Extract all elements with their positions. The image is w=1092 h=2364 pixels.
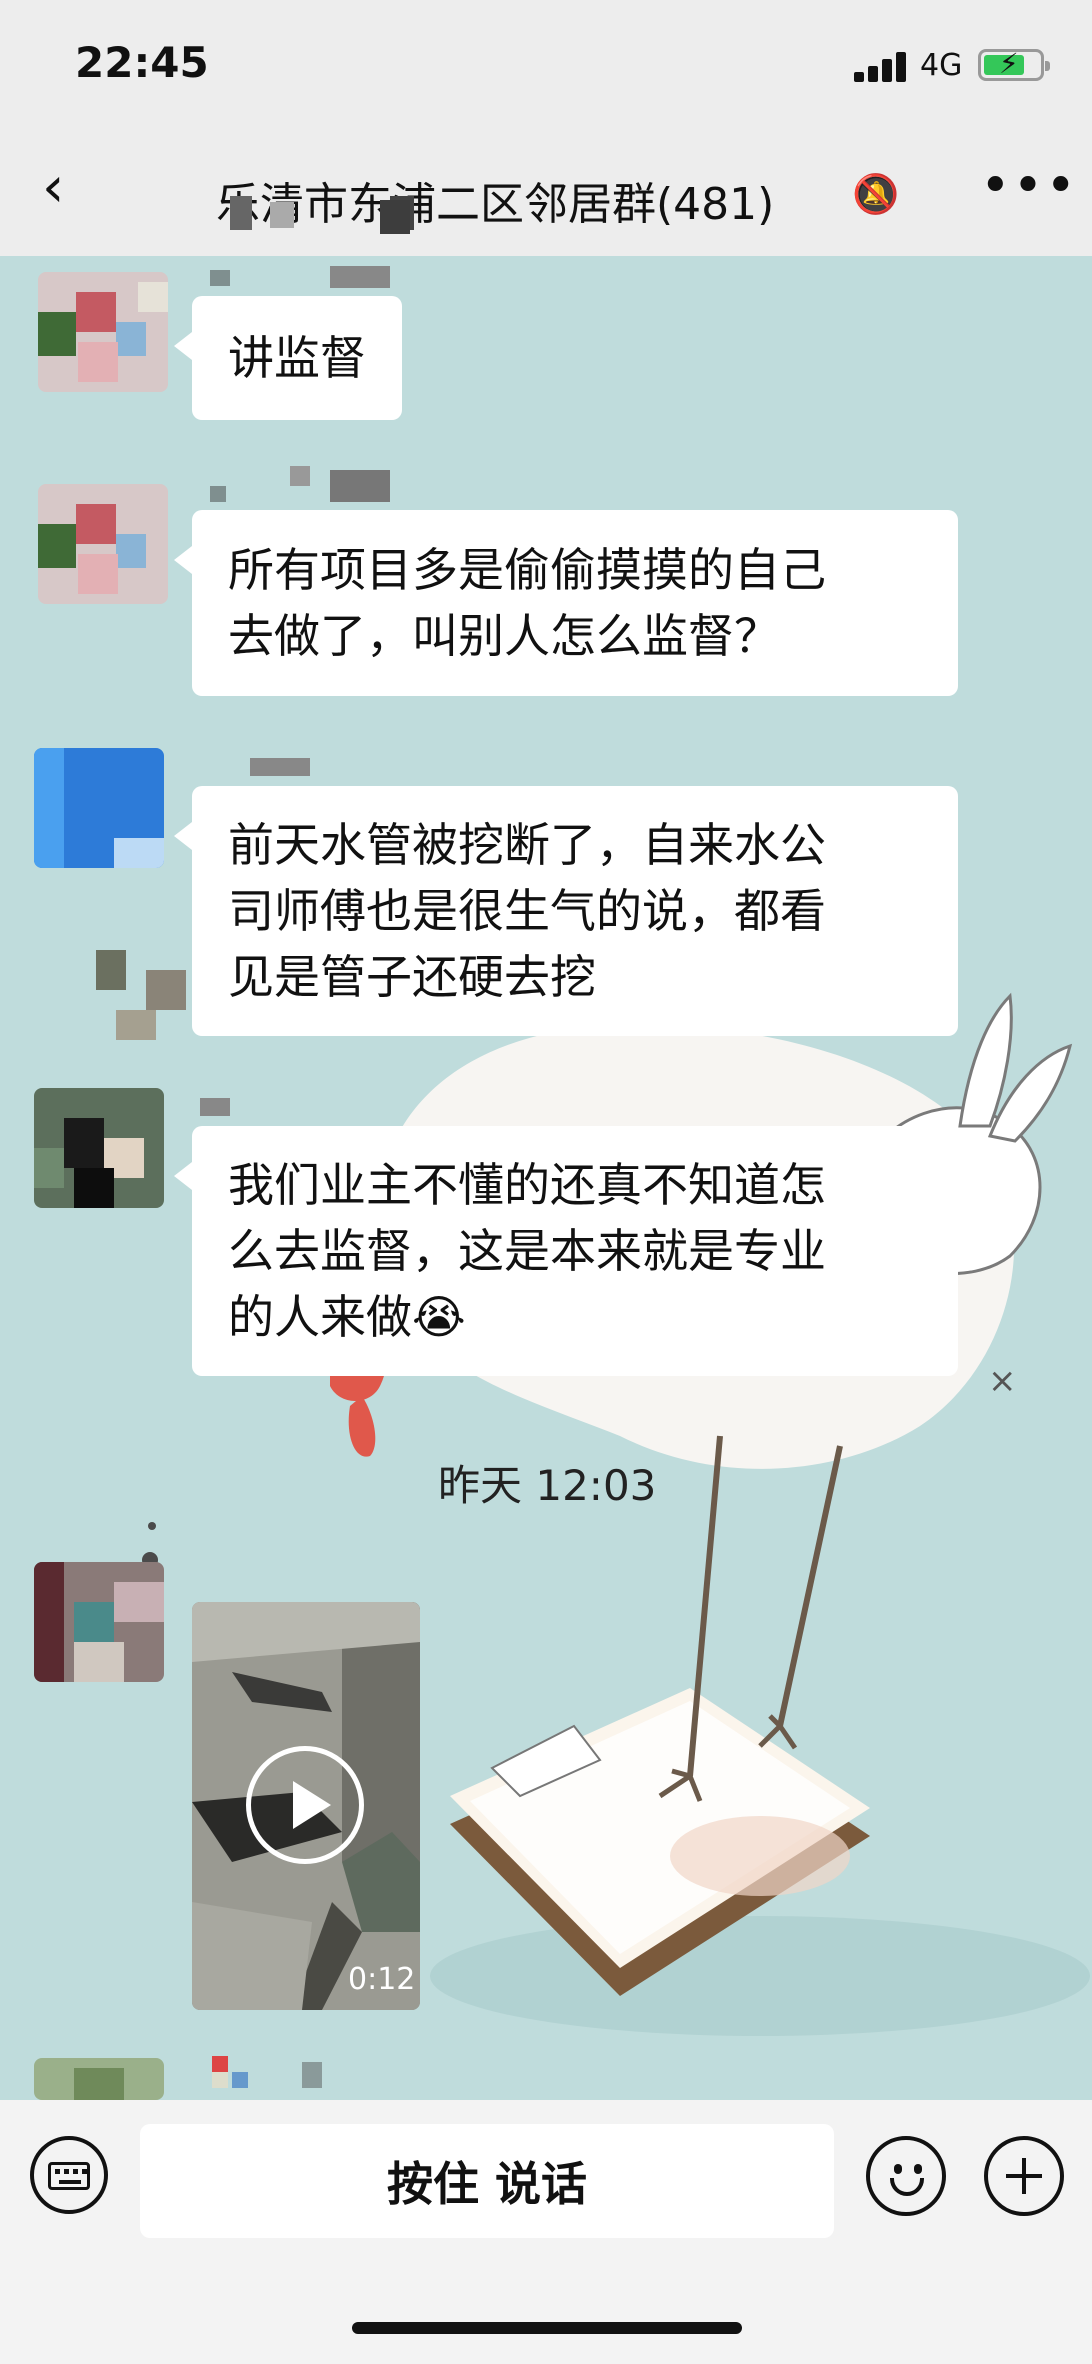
ellipsis-icon[interactable]: ••• bbox=[980, 156, 1078, 216]
message-text: 见是管子还硬去挖 bbox=[228, 950, 596, 1004]
message-bubble[interactable]: 所有项目多是偷偷摸摸的自己 去做了，叫别人怎么监督？ bbox=[174, 510, 958, 696]
status-time: 22:45 bbox=[75, 38, 209, 87]
avatar[interactable] bbox=[38, 484, 168, 604]
bell-off-icon: 🔕 bbox=[852, 172, 900, 216]
chat-header: ‹ 乐清市东浦二区邻居群(481) 🔕 ••• bbox=[0, 132, 1092, 256]
play-icon[interactable] bbox=[246, 1746, 364, 1864]
message-text: 所有项目多是偷偷摸摸的自己 bbox=[228, 543, 826, 597]
message-text: 我们业主不懂的还真不知道怎 bbox=[228, 1158, 826, 1212]
message-text: 前天水管被挖断了，自来水公 bbox=[228, 818, 826, 872]
redacted-sender-name bbox=[250, 758, 310, 778]
chevron-left-icon[interactable]: ‹ bbox=[42, 160, 82, 220]
video-message[interactable]: 0:12 bbox=[192, 1602, 420, 2010]
svg-text:×: × bbox=[988, 1361, 1017, 1401]
redacted-sender-name bbox=[212, 2056, 352, 2090]
plus-icon[interactable] bbox=[984, 2136, 1064, 2216]
message-text: 司师傅也是很生气的说，都看 bbox=[228, 884, 826, 938]
avatar[interactable] bbox=[34, 1088, 164, 1208]
message-bubble[interactable]: 讲监督 bbox=[174, 296, 402, 420]
video-duration: 0:12 bbox=[348, 1962, 416, 1997]
avatar[interactable] bbox=[34, 748, 164, 868]
message-bubble[interactable]: 前天水管被挖断了，自来水公 司师傅也是很生气的说，都看 见是管子还硬去挖 bbox=[174, 786, 958, 1036]
redacted-sender-name bbox=[200, 1088, 260, 1122]
redacted-sender-name bbox=[210, 266, 410, 290]
redacted-avatar-fragment bbox=[96, 950, 196, 1050]
cellular-signal-icon bbox=[854, 50, 910, 82]
avatar[interactable] bbox=[34, 1562, 164, 1682]
battery-charging-icon: ⚡ bbox=[978, 48, 1050, 81]
network-type: 4G bbox=[920, 48, 963, 83]
smile-icon[interactable] bbox=[866, 2136, 946, 2216]
message-text: 的人来做😭 bbox=[228, 1290, 466, 1344]
avatar[interactable] bbox=[38, 272, 168, 392]
redacted-header-mosaic-2 bbox=[380, 200, 450, 234]
keyboard-icon[interactable] bbox=[30, 2136, 108, 2214]
message-bubble[interactable]: 我们业主不懂的还真不知道怎 么去监督，这是本来就是专业 的人来做😭 bbox=[174, 1126, 958, 1376]
avatar[interactable] bbox=[34, 2058, 164, 2100]
status-bar: 22:45 4G ⚡ bbox=[0, 0, 1092, 132]
hold-to-talk-button[interactable]: 按住 说话 bbox=[140, 2124, 834, 2238]
message-timestamp: 昨天 12:03 bbox=[438, 1461, 657, 1510]
message-text: 么去监督，这是本来就是专业 bbox=[228, 1224, 826, 1278]
redacted-sender-name bbox=[210, 466, 410, 506]
message-text: 去做了，叫别人怎么监督？ bbox=[228, 609, 780, 663]
message-text: 讲监督 bbox=[228, 331, 366, 385]
home-indicator bbox=[352, 2322, 742, 2334]
